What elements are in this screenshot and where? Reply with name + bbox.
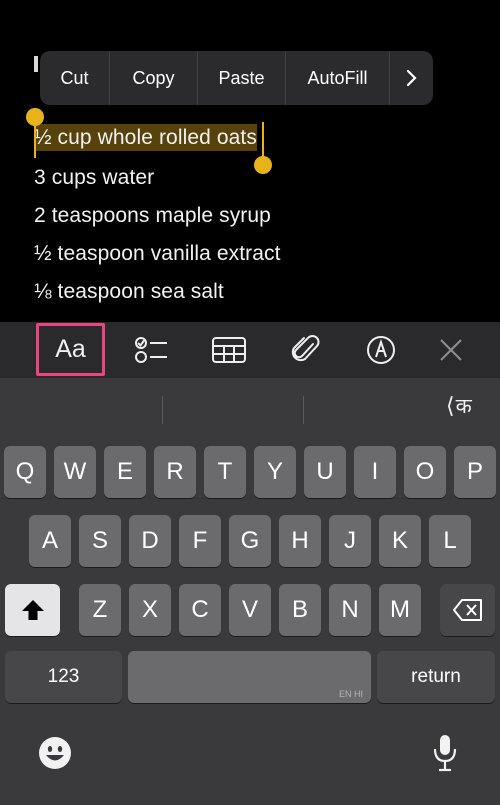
suggestion-item[interactable]: ⟨ क — [446, 392, 472, 420]
key-w[interactable]: W — [54, 446, 96, 498]
numbers-key[interactable]: 123 — [5, 651, 122, 703]
key-y[interactable]: Y — [254, 446, 296, 498]
edit-menu: Cut Copy Paste AutoFill — [40, 51, 433, 105]
shift-key[interactable] — [5, 584, 60, 636]
suggestion-text: क — [455, 394, 472, 418]
close-icon — [440, 339, 462, 361]
selected-text[interactable]: ½ cup whole rolled oats — [34, 124, 257, 151]
microphone-icon — [433, 735, 457, 772]
paste-button[interactable]: Paste — [198, 51, 286, 105]
key-i[interactable]: I — [354, 446, 396, 498]
attachment-icon — [291, 335, 320, 362]
key-f[interactable]: F — [179, 515, 221, 567]
key-e[interactable]: E — [104, 446, 146, 498]
selection-start-handle[interactable] — [26, 108, 44, 126]
shift-arrow-icon — [21, 600, 44, 620]
key-c[interactable]: C — [179, 584, 221, 636]
key-q[interactable]: Q — [4, 446, 46, 498]
key-k[interactable]: K — [379, 515, 421, 567]
format-button[interactable]: Aa — [36, 323, 105, 376]
chevron-left-icon: ⟨ — [446, 393, 455, 418]
close-toolbar-button[interactable] — [434, 322, 468, 378]
key-o[interactable]: O — [404, 446, 446, 498]
key-g[interactable]: G — [229, 515, 271, 567]
key-t[interactable]: T — [204, 446, 246, 498]
checklist-icon — [135, 337, 167, 363]
delete-key[interactable] — [440, 584, 495, 636]
note-line[interactable]: 3 cups water — [34, 166, 154, 190]
return-key[interactable]: return — [377, 651, 495, 703]
keyboard: ⟨ क QWERTYUIOP ASDFGHJKL ZXCVBNM 123 EN … — [0, 378, 500, 805]
key-m[interactable]: M — [379, 584, 421, 636]
key-s[interactable]: S — [79, 515, 121, 567]
key-x[interactable]: X — [129, 584, 171, 636]
key-n[interactable]: N — [329, 584, 371, 636]
cut-button[interactable]: Cut — [40, 51, 110, 105]
more-options-button[interactable] — [390, 51, 433, 105]
key-u[interactable]: U — [304, 446, 346, 498]
key-j[interactable]: J — [329, 515, 371, 567]
key-p[interactable]: P — [454, 446, 496, 498]
note-line[interactable]: 2 teaspoons maple syrup — [34, 204, 271, 228]
emoji-button[interactable] — [38, 736, 72, 770]
table-button[interactable] — [206, 322, 252, 378]
space-key[interactable]: EN HI — [128, 651, 371, 703]
table-icon — [212, 337, 246, 363]
key-z[interactable]: Z — [79, 584, 121, 636]
key-d[interactable]: D — [129, 515, 171, 567]
note-line[interactable]: ½ teaspoon vanilla extract — [34, 242, 281, 266]
key-b[interactable]: B — [279, 584, 321, 636]
key-v[interactable]: V — [229, 584, 271, 636]
note-line[interactable]: ⅛ teaspoon sea salt — [34, 280, 224, 304]
suggestion-divider — [303, 396, 304, 424]
chevron-right-icon — [406, 69, 417, 87]
emoji-icon — [39, 737, 71, 769]
key-r[interactable]: R — [154, 446, 196, 498]
dictation-button[interactable] — [432, 734, 458, 772]
selection-end-handle[interactable] — [254, 156, 272, 174]
suggestion-bar: ⟨ क — [0, 378, 500, 440]
note-editor[interactable]: ½ cup whole rolled oats 3 cups water 2 t… — [0, 0, 500, 322]
markup-icon — [367, 336, 395, 364]
attachment-button[interactable] — [284, 322, 328, 378]
backspace-icon — [452, 599, 482, 621]
key-a[interactable]: A — [29, 515, 71, 567]
text-cursor-fragment — [34, 56, 38, 72]
key-h[interactable]: H — [279, 515, 321, 567]
language-tag: EN HI — [338, 689, 363, 699]
key-l[interactable]: L — [429, 515, 471, 567]
markup-button[interactable] — [360, 322, 402, 378]
checklist-button[interactable] — [126, 322, 176, 378]
suggestion-divider — [162, 396, 163, 424]
copy-button[interactable]: Copy — [110, 51, 198, 105]
note-line-selected[interactable]: ½ cup whole rolled oats — [34, 124, 257, 151]
autofill-button[interactable]: AutoFill — [286, 51, 390, 105]
